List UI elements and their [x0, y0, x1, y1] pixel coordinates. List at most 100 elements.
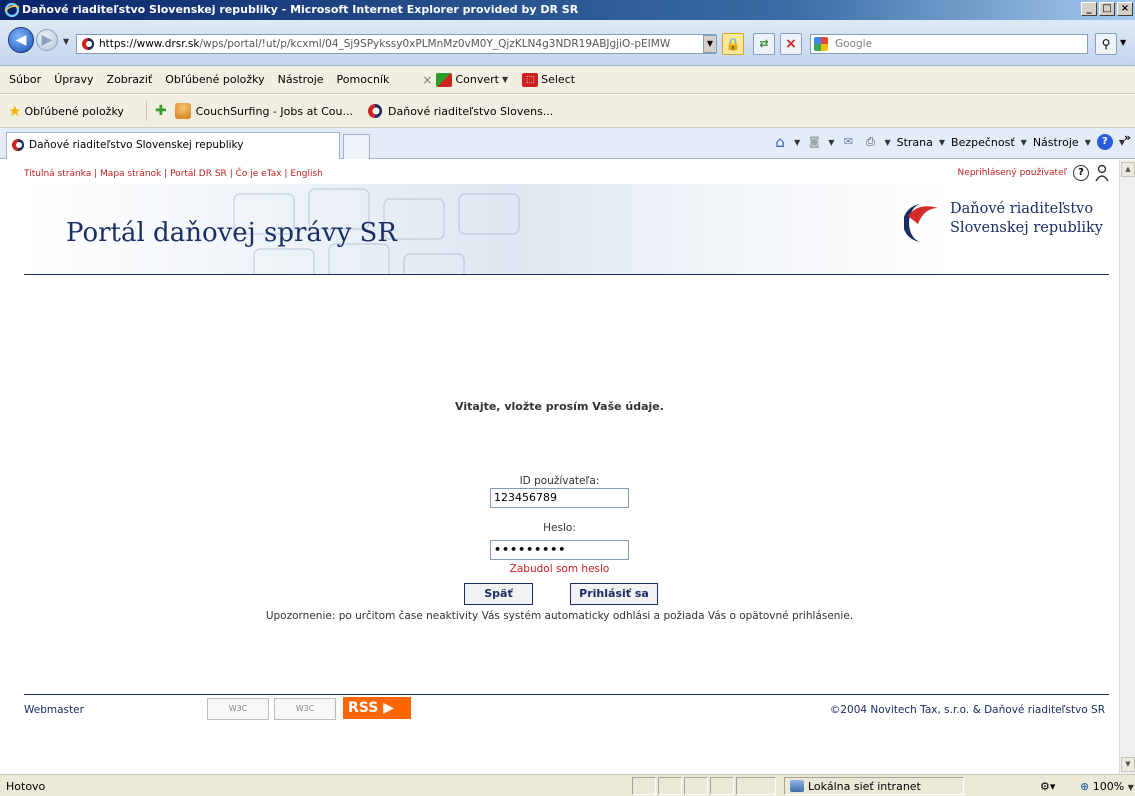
couchsurfing-icon — [174, 103, 191, 119]
menu-view[interactable]: Zobraziť — [107, 73, 153, 86]
back-button[interactable]: ◀ — [8, 27, 34, 53]
chevron-down-icon[interactable]: ▼ — [1085, 138, 1091, 147]
organization-name: Daňové riaditeľstvo Slovenskej republiky — [950, 200, 1103, 238]
select-label: Select — [541, 73, 576, 86]
close-button[interactable]: × — [1117, 2, 1133, 16]
search-input[interactable]: Google — [810, 34, 1088, 54]
password-input[interactable]: ••••••••• — [490, 540, 629, 560]
forgot-password-text[interactable]: Zabudol som heslo — [510, 563, 610, 575]
password-label: Heslo: — [543, 522, 576, 534]
search-placeholder: Google — [835, 38, 873, 50]
security-zone[interactable]: Lokálna sieť intranet — [790, 780, 921, 793]
convert-button[interactable]: Convert ▼ — [436, 72, 509, 87]
status-bar: Hotovo Lokálna sieť intranet ⚙▾ ⊕ 100% ▼ — [0, 774, 1135, 796]
chevron-down-icon[interactable]: ▼ — [828, 138, 834, 147]
window-title: Daňové riaditeľstvo Slovenskej republiky… — [22, 3, 579, 16]
address-dropdown-button[interactable]: ▼ — [703, 35, 717, 53]
favorite-link-drsr[interactable]: Daňové riaditeľstvo Slovens... — [388, 105, 553, 118]
play-arrow-icon: ▶ — [383, 700, 394, 716]
link-portal[interactable]: Portál DR SR — [170, 169, 227, 179]
forward-arrow-icon: ▶ — [41, 32, 53, 48]
help-icon[interactable]: ? — [1073, 165, 1089, 181]
rss-button[interactable]: RSS ▶ — [343, 697, 411, 719]
drsr-favicon — [12, 139, 24, 151]
minimize-button[interactable]: _ — [1081, 2, 1097, 16]
convert-label: Convert — [455, 73, 499, 86]
window-title-bar: Daňové riaditeľstvo Slovenskej republiky… — [0, 0, 1135, 20]
chevron-down-icon: ▼ — [501, 75, 509, 84]
maximize-button[interactable]: □ — [1099, 2, 1115, 16]
close-toolbar-icon[interactable]: × — [422, 73, 432, 87]
search-button[interactable]: ⚲ — [1095, 33, 1117, 55]
stop-button[interactable]: × — [780, 33, 802, 55]
status-cell — [632, 777, 656, 795]
forward-button[interactable]: ▶ — [36, 29, 58, 51]
history-dropdown-icon[interactable]: ▼ — [63, 37, 69, 46]
tab-strip: Daňové riaditeľstvo Slovenskej republiky… — [0, 128, 1135, 159]
url-host: https://www.drsr.sk — [99, 38, 200, 50]
chevron-right-icon[interactable]: » — [1124, 131, 1131, 144]
safety-menu[interactable]: Bezpečnosť — [951, 136, 1015, 149]
tab-drsr[interactable]: Daňové riaditeľstvo Slovenskej republiky — [6, 132, 340, 159]
login-button[interactable]: Prihlásiť sa — [570, 583, 658, 605]
add-favorite-icon[interactable]: ✚ — [155, 103, 167, 119]
menu-edit[interactable]: Úpravy — [54, 73, 93, 86]
menu-help[interactable]: Pomocník — [337, 73, 390, 86]
chevron-down-icon[interactable]: ▼ — [1021, 138, 1027, 147]
back-button-page[interactable]: Späť — [464, 583, 533, 605]
favorite-link-couchsurfing[interactable]: CouchSurfing - Jobs at Cou... — [196, 105, 353, 118]
menu-favorites[interactable]: Obľúbené položky — [165, 73, 264, 86]
footer-divider — [24, 694, 1109, 695]
scroll-down-icon[interactable]: ▼ — [1121, 757, 1135, 772]
new-tab-button[interactable] — [343, 134, 370, 159]
mail-icon[interactable]: ✉ — [840, 134, 856, 150]
command-bar: ⌂ ▼ ◙ ▼ ✉ ⎙ ▼ Strana ▼ Bezpečnosť ▼ Nástroje ▼… — [772, 134, 1125, 150]
chevron-down-icon[interactable]: ▼ — [884, 138, 890, 147]
tab-label: Daňové riaditeľstvo Slovenskej republiky — [29, 139, 244, 151]
select-button[interactable]: ⬚ Select — [522, 72, 576, 87]
search-options-icon[interactable]: ▼ — [1120, 38, 1126, 47]
status-cell — [684, 777, 708, 795]
protected-mode-icon[interactable]: ⚙▾ — [1040, 780, 1055, 793]
drsr-logo — [904, 204, 938, 242]
scroll-up-icon[interactable]: ▲ — [1121, 162, 1135, 177]
page-content: Titulná stránka | Mapa stránok | Portál … — [0, 160, 1119, 774]
favorites-button[interactable]: Obľúbené položky — [24, 105, 123, 118]
user-icon[interactable] — [1094, 164, 1110, 182]
zoom-level: 100% — [1092, 780, 1125, 793]
home-icon[interactable]: ⌂ — [772, 134, 788, 150]
page-menu[interactable]: Strana — [897, 136, 933, 149]
portal-title: Portál daňovej správy SR — [66, 218, 397, 248]
status-cell — [710, 777, 734, 795]
link-home[interactable]: Titulná stránka — [24, 169, 91, 179]
address-input[interactable]: https://www.drsr.sk/wps/portal/!ut/p/kcx… — [76, 34, 716, 54]
webmaster-link[interactable]: Webmaster — [24, 704, 84, 716]
feeds-icon[interactable]: ◙ — [806, 134, 822, 150]
tools-menu[interactable]: Nástroje — [1033, 136, 1079, 149]
user-id-label: ID používateľa: — [519, 475, 600, 487]
link-sitemap[interactable]: Mapa stránok — [100, 169, 161, 179]
select-icon: ⬚ — [522, 72, 539, 87]
w3c-badge[interactable]: W3C — [207, 698, 269, 720]
favorites-star-icon[interactable]: ★ — [8, 102, 21, 120]
help-icon[interactable]: ? — [1096, 134, 1113, 150]
address-toolbar: ◀ ▶ ▼ https://www.drsr.sk/wps/portal/!ut… — [0, 20, 1135, 66]
banner-divider — [24, 274, 1109, 275]
org-name-line1: Daňové riaditeľstvo — [950, 201, 1094, 217]
print-icon[interactable]: ⎙ — [862, 134, 878, 150]
link-english[interactable]: English — [290, 169, 323, 179]
chevron-down-icon[interactable]: ▼ — [794, 138, 800, 147]
w3c-badge[interactable]: W3C — [274, 698, 336, 720]
vertical-scrollbar[interactable]: ▲ ▼ — [1119, 160, 1135, 774]
link-etax[interactable]: Čo je eTax — [236, 169, 282, 179]
menu-tools[interactable]: Nástroje — [278, 73, 324, 86]
lock-icon[interactable]: 🔒 — [722, 33, 744, 55]
network-icon — [790, 780, 804, 792]
chevron-down-icon[interactable]: ▼ — [939, 138, 945, 147]
user-id-input[interactable]: 123456789 — [490, 488, 629, 508]
zoom-control[interactable]: ⊕ 100% ▼ — [1080, 780, 1134, 793]
convert-icon — [436, 72, 453, 87]
menu-file[interactable]: Súbor — [9, 73, 41, 86]
refresh-button[interactable]: ⇄ — [753, 33, 775, 55]
drsr-favicon — [368, 104, 383, 118]
